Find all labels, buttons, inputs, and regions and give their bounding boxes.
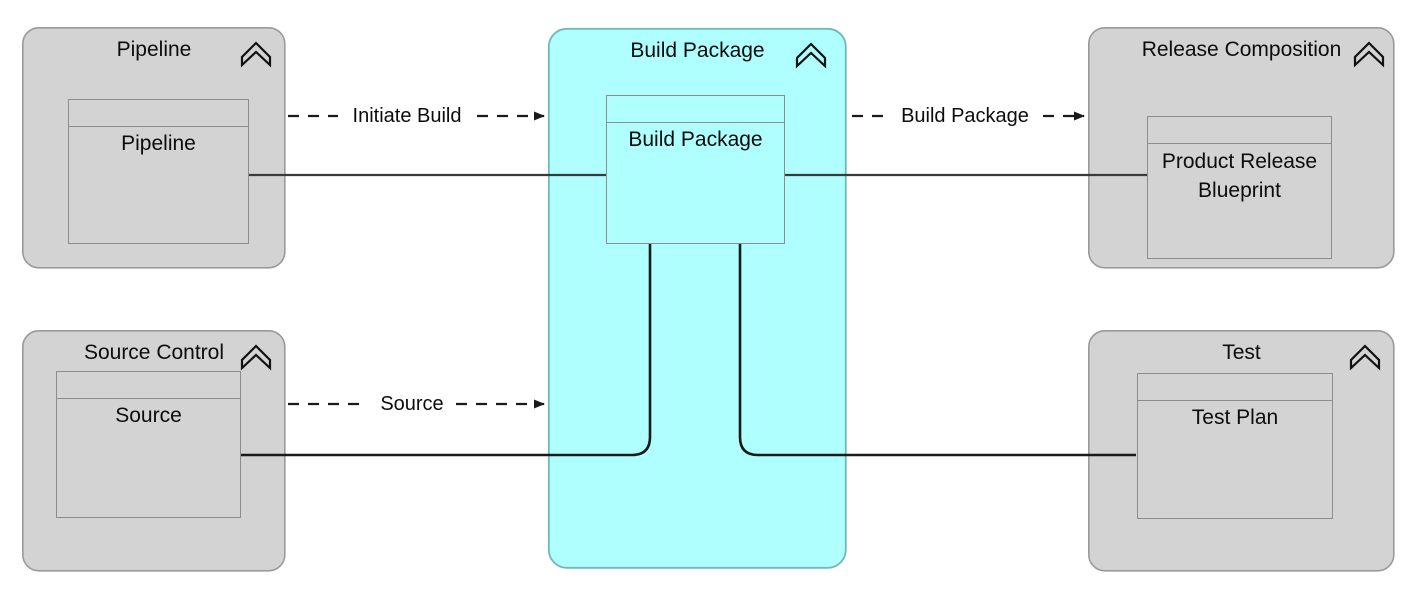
inner-label-pipeline: Pipeline: [121, 132, 196, 155]
inner-label-source: Source: [115, 404, 182, 427]
inner-header-band: [1138, 374, 1332, 401]
diagram-canvas: Pipeline Pipeline Build Package Build Pa…: [0, 0, 1416, 594]
inner-header-band: [69, 100, 248, 127]
inner-label-product-release-blueprint: Product Release Blueprint: [1161, 150, 1318, 202]
edge-label-build-package: Build Package: [897, 104, 1033, 128]
inner-header-band: [57, 372, 240, 399]
inner-element-build-package[interactable]: Build Package: [606, 95, 785, 244]
chevron-up-icon: [1349, 344, 1381, 371]
inner-label-test-plan: Test Plan: [1191, 406, 1279, 429]
chevron-up-icon: [795, 42, 827, 69]
inner-header-band: [607, 96, 784, 123]
chevron-up-icon: [1353, 41, 1385, 68]
group-pipeline[interactable]: Pipeline Pipeline: [22, 27, 286, 269]
inner-element-source[interactable]: Source: [56, 371, 241, 518]
inner-label-build-package: Build Package: [628, 128, 763, 151]
edge-label-source: Source: [376, 392, 448, 416]
inner-element-product-release-blueprint[interactable]: Product Release Blueprint: [1147, 116, 1332, 259]
inner-element-pipeline[interactable]: Pipeline: [68, 99, 249, 244]
chevron-up-icon: [240, 41, 272, 68]
edge-label-initiate-build: Initiate Build: [348, 104, 466, 128]
group-release-composition[interactable]: Release Composition Product Release Blue…: [1088, 27, 1395, 269]
inner-element-test-plan[interactable]: Test Plan: [1137, 373, 1333, 519]
group-source-control[interactable]: Source Control Source: [22, 330, 286, 572]
group-build-package[interactable]: Build Package Build Package: [548, 28, 847, 569]
inner-header-band: [1148, 117, 1331, 144]
chevron-up-icon: [240, 344, 272, 371]
group-test[interactable]: Test Test Plan: [1088, 330, 1395, 572]
